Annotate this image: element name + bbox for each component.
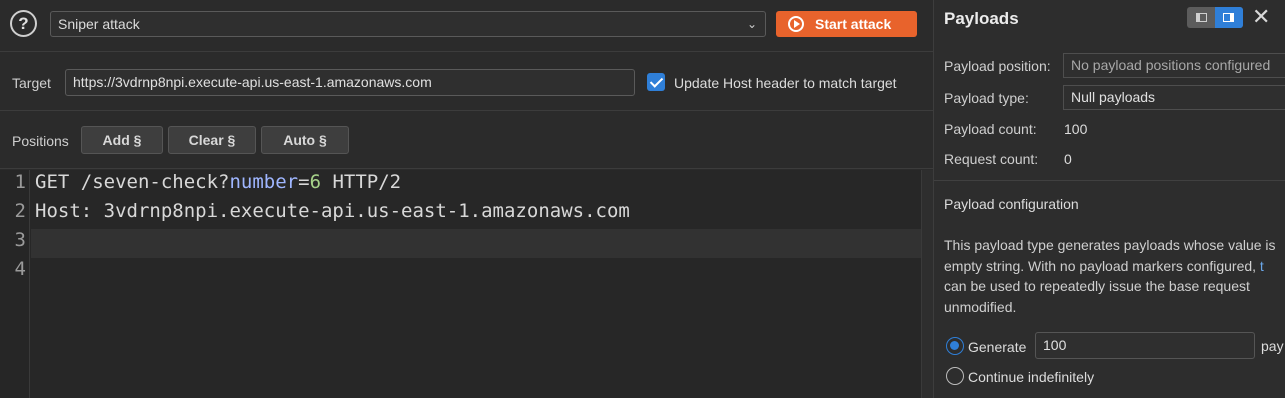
line-number: 3 <box>14 229 26 251</box>
update-host-checkbox[interactable] <box>647 73 665 91</box>
payload-description: This payload type generates payloads who… <box>944 235 1285 317</box>
payload-position-select[interactable]: No payload positions configured <box>1063 53 1285 78</box>
description-line: unmodified. <box>944 298 1017 315</box>
line-number: 1 <box>14 171 26 193</box>
payloads-title: Payloads <box>944 9 1019 28</box>
payload-type-select[interactable]: Null payloads <box>1063 85 1285 110</box>
line-number: 2 <box>14 200 26 222</box>
section-divider <box>934 180 1285 181</box>
request-protocol: HTTP/2 <box>321 171 402 193</box>
payload-count-value: 100 <box>1064 121 1088 137</box>
positions-label: Positions <box>12 133 69 149</box>
start-attack-label: Start attack <box>815 16 892 32</box>
query-param-value: 6 <box>309 171 322 193</box>
query-param-name: number <box>229 171 299 193</box>
target-url-input[interactable]: https://3vdrnp8npi.execute-api.us-east-1… <box>65 69 635 96</box>
play-icon <box>788 16 804 32</box>
payload-position-label: Payload position: <box>944 58 1051 74</box>
generate-label[interactable]: Generate <box>968 339 1026 355</box>
layout-right-panel-icon[interactable] <box>1215 7 1243 28</box>
attack-type-value: Sniper attack <box>58 16 140 32</box>
attack-type-select[interactable]: Sniper attack ⌄ <box>50 11 766 37</box>
target-row: Target https://3vdrnp8npi.execute-api.us… <box>0 53 933 111</box>
intruder-positions-pane: ? Sniper attack ⌄ Start attack Target ht… <box>0 0 933 398</box>
clear-marker-button[interactable]: Clear § <box>168 126 256 154</box>
description-line: This payload type generates payloads who… <box>944 237 1276 253</box>
request-method-path: GET /seven-check? <box>35 171 230 193</box>
request-editor[interactable]: 1 2 3 4 GET /seven-check?number=6 HTTP/2… <box>0 170 921 398</box>
close-icon[interactable]: ✕ <box>1252 4 1270 30</box>
attack-toolbar: ? Sniper attack ⌄ Start attack <box>0 0 933 52</box>
description-line: empty string. With no payload markers co… <box>944 256 1285 277</box>
positions-toolbar: Positions Add § Clear § Auto § <box>0 112 933 169</box>
generate-count-input[interactable]: 100 <box>1035 332 1255 359</box>
editor-scrollbar[interactable] <box>921 170 933 398</box>
description-line: can be used to repeatedly issue the base… <box>944 278 1250 294</box>
start-attack-button[interactable]: Start attack <box>776 11 917 37</box>
chevron-down-icon: ⌄ <box>746 17 757 31</box>
code-line-1[interactable]: GET /seven-check?number=6 HTTP/2 <box>35 171 401 193</box>
code-line-2[interactable]: Host: 3vdrnp8npi.execute-api.us-east-1.a… <box>35 200 630 222</box>
continue-indefinitely-label[interactable]: Continue indefinitely <box>968 369 1094 385</box>
payload-configuration-title: Payload configuration <box>944 196 1079 212</box>
generate-radio[interactable] <box>946 337 964 355</box>
layout-left-panel-icon[interactable] <box>1187 7 1215 28</box>
current-line-highlight <box>31 229 921 258</box>
add-marker-button[interactable]: Add § <box>81 126 163 154</box>
line-number: 4 <box>14 258 26 280</box>
update-host-label[interactable]: Update Host header to match target <box>674 75 897 91</box>
target-label: Target <box>12 75 51 91</box>
request-count-label: Request count: <box>944 151 1039 167</box>
request-count-value: 0 <box>1064 151 1072 167</box>
description-text: empty string. With no payload markers co… <box>944 257 1260 274</box>
continue-indefinitely-radio[interactable] <box>946 367 964 385</box>
generate-suffix: pay <box>1261 338 1284 354</box>
payloads-panel: Payloads ✕ Payload position: No payload … <box>933 0 1285 398</box>
description-link[interactable]: t <box>1260 258 1264 274</box>
payload-count-label: Payload count: <box>944 121 1037 137</box>
payload-type-label: Payload type: <box>944 90 1029 106</box>
query-equals: = <box>298 171 310 193</box>
layout-toggle <box>1187 7 1243 28</box>
question-circle-icon[interactable]: ? <box>10 10 37 37</box>
auto-marker-button[interactable]: Auto § <box>261 126 349 154</box>
line-number-gutter: 1 2 3 4 <box>0 170 30 398</box>
